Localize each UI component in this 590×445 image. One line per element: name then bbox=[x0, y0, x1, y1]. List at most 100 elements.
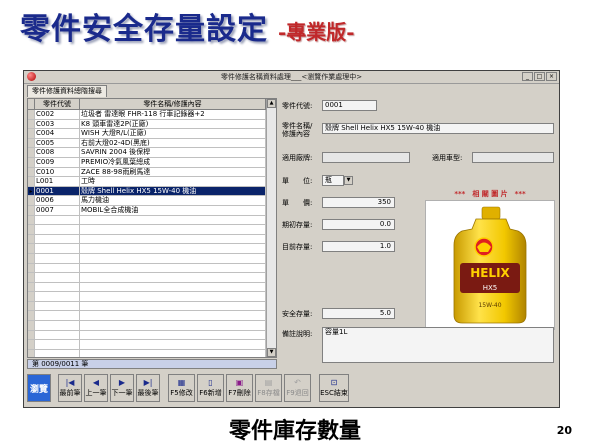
table-row[interactable]: C008 SAVRIN 2004 後保桿 bbox=[28, 148, 276, 158]
tab-parts-search[interactable]: 零件修護資料總階搜尋 bbox=[27, 85, 107, 97]
row-indicator bbox=[28, 119, 35, 129]
table-row[interactable]: L001 工時 bbox=[28, 177, 276, 187]
table-row[interactable]: C005 右前大燈02-4D(黑底) bbox=[28, 138, 276, 149]
code-field[interactable]: 0001 bbox=[322, 100, 377, 111]
table-row[interactable] bbox=[28, 330, 276, 341]
parts-grid[interactable]: 零件代號 零件名稱/修護內容 C002 垃圾者 雷達眼 FHR-118 行車記錄器… bbox=[27, 98, 277, 358]
price-field[interactable]: 350 bbox=[322, 197, 395, 208]
row-indicator bbox=[28, 129, 35, 138]
table-row[interactable] bbox=[28, 282, 276, 293]
add-button[interactable]: ▯ F6新增 bbox=[197, 374, 224, 402]
table-row[interactable] bbox=[28, 244, 276, 254]
part-name-cell: 馬力機油 bbox=[80, 196, 266, 205]
table-row[interactable] bbox=[28, 340, 276, 350]
part-code-cell bbox=[35, 311, 80, 321]
table-row[interactable] bbox=[28, 301, 276, 312]
maximize-button[interactable]: □ bbox=[534, 72, 545, 81]
cancel-button[interactable]: ↶ F9退回 bbox=[284, 374, 311, 402]
part-name-cell: SAVRIN 2004 後保桿 bbox=[80, 148, 266, 157]
edit-button[interactable]: ▦ F5修改 bbox=[168, 374, 195, 402]
table-row[interactable]: 0007 MOBIL全合成機油 bbox=[28, 205, 276, 216]
note-label: 備註說明: bbox=[282, 330, 313, 338]
row-indicator bbox=[28, 330, 35, 340]
edit-label: F5修改 bbox=[170, 389, 193, 397]
current-stock-field[interactable]: 1.0 bbox=[322, 241, 395, 252]
table-row[interactable]: 0006 馬力機油 bbox=[28, 196, 276, 206]
table-row[interactable] bbox=[28, 292, 276, 302]
row-indicator bbox=[28, 110, 35, 119]
action-toolbar: 瀏覽 |◀ 最前筆 ◀ 上一筆 ▶ 下一筆 ▶| 最後筆 ▦ F5修改 ▯ F6… bbox=[27, 374, 556, 404]
unit-label: 單 位: bbox=[282, 177, 313, 185]
part-name-cell: K8 頭車雷達2P(正廠) bbox=[80, 119, 266, 129]
first-record-button[interactable]: |◀ 最前筆 bbox=[58, 374, 82, 402]
safety-stock-field[interactable]: 5.0 bbox=[322, 308, 395, 319]
part-name-cell: 工時 bbox=[80, 177, 266, 186]
grid-scrollbar[interactable]: ▲ ▼ bbox=[266, 99, 276, 357]
unit-dropdown-arrow-icon[interactable]: ▼ bbox=[344, 176, 353, 185]
scroll-down-arrow-icon[interactable]: ▼ bbox=[267, 348, 276, 357]
table-row[interactable] bbox=[28, 349, 276, 357]
part-name-cell: PREMIO冷氣風葉總成 bbox=[80, 157, 266, 167]
note-field[interactable]: 容量1L bbox=[322, 327, 554, 363]
part-code-cell: L001 bbox=[35, 177, 80, 186]
app-window: 零件修護名稱資料處理___<瀏覽作業處理中> _ □ × 零件修護資料總階搜尋 … bbox=[23, 70, 560, 408]
part-code-cell: C009 bbox=[35, 157, 80, 167]
exit-button[interactable]: ⊡ ESC結束 bbox=[319, 374, 349, 402]
row-indicator bbox=[28, 157, 35, 167]
next-record-button[interactable]: ▶ 下一筆 bbox=[110, 374, 134, 402]
table-row[interactable] bbox=[28, 321, 276, 331]
table-row[interactable]: C003 K8 頭車雷達2P(正廠) bbox=[28, 119, 276, 130]
table-row[interactable] bbox=[28, 225, 276, 235]
part-code-cell: C005 bbox=[35, 138, 80, 148]
row-indicator bbox=[28, 263, 35, 273]
table-row[interactable] bbox=[28, 273, 276, 283]
table-row[interactable]: C004 WISH 大燈R/L(正廠) bbox=[28, 129, 276, 139]
grid-header-name[interactable]: 零件名稱/修護內容 bbox=[80, 99, 266, 109]
factory-field[interactable] bbox=[322, 152, 410, 163]
table-row[interactable] bbox=[28, 253, 276, 264]
delete-icon: ▣ bbox=[235, 378, 244, 387]
prev-record-button[interactable]: ◀ 上一筆 bbox=[84, 374, 108, 402]
browse-mode-button[interactable]: 瀏覽 bbox=[27, 374, 51, 402]
name-field[interactable]: 殼牌 Shell Helix HX5 15W-40 機油 bbox=[322, 123, 554, 134]
part-name-cell bbox=[80, 263, 266, 273]
part-name-cell: 殼牌 Shell Helix HX5 15W-40 機油 bbox=[80, 186, 266, 196]
last-record-button[interactable]: ▶| 最後筆 bbox=[136, 374, 160, 402]
part-name-cell bbox=[80, 253, 266, 263]
part-code-cell bbox=[35, 321, 80, 330]
table-row[interactable] bbox=[28, 215, 276, 226]
row-indicator bbox=[28, 311, 35, 321]
grid-header: 零件代號 零件名稱/修護內容 bbox=[28, 99, 276, 110]
part-code-cell bbox=[35, 234, 80, 244]
grid-body: C002 垃圾者 雷達眼 FHR-118 行車記錄器+2 C003 K8 頭車雷達2P… bbox=[28, 110, 276, 357]
row-indicator bbox=[28, 340, 35, 349]
row-indicator bbox=[28, 167, 35, 177]
part-code-cell: C002 bbox=[35, 110, 80, 119]
model-field[interactable] bbox=[472, 152, 554, 163]
part-name-cell: 右前大燈02-4D(黑底) bbox=[80, 138, 266, 148]
table-row[interactable]: C009 PREMIO冷氣風葉總成 bbox=[28, 157, 276, 168]
row-indicator bbox=[28, 234, 35, 244]
table-row[interactable]: C010 ZACE 88-98雨刷馬達 bbox=[28, 167, 276, 178]
table-row[interactable]: C002 垃圾者 雷達眼 FHR-118 行車記錄器+2 bbox=[28, 110, 276, 120]
table-row[interactable] bbox=[28, 234, 276, 245]
part-name-cell: ZACE 88-98雨刷馬達 bbox=[80, 167, 266, 177]
slide-caption: 零件庫存數量 bbox=[228, 418, 361, 444]
model-label: 適用車型: bbox=[432, 154, 463, 162]
save-button[interactable]: ▤ F8存檔 bbox=[255, 374, 282, 402]
table-row[interactable] bbox=[28, 263, 276, 274]
save-label: F8存檔 bbox=[257, 389, 280, 397]
table-row[interactable] bbox=[28, 311, 276, 322]
grid-header-code[interactable]: 零件代號 bbox=[35, 99, 80, 109]
part-name-cell bbox=[80, 330, 266, 340]
close-button[interactable]: × bbox=[546, 72, 557, 81]
tab-bar: 零件修護資料總階搜尋 bbox=[24, 84, 559, 97]
minimize-button[interactable]: _ bbox=[522, 72, 533, 81]
table-row[interactable]: ▸ 0001 殼牌 Shell Helix HX5 15W-40 機油 bbox=[28, 186, 276, 197]
delete-button[interactable]: ▣ F7刪除 bbox=[226, 374, 253, 402]
exit-door-icon: ⊡ bbox=[330, 378, 338, 387]
scroll-up-arrow-icon[interactable]: ▲ bbox=[267, 99, 276, 108]
unit-select[interactable]: 瓶 bbox=[322, 175, 344, 186]
part-name-cell bbox=[80, 282, 266, 292]
initial-stock-field[interactable]: 0.0 bbox=[322, 219, 395, 230]
